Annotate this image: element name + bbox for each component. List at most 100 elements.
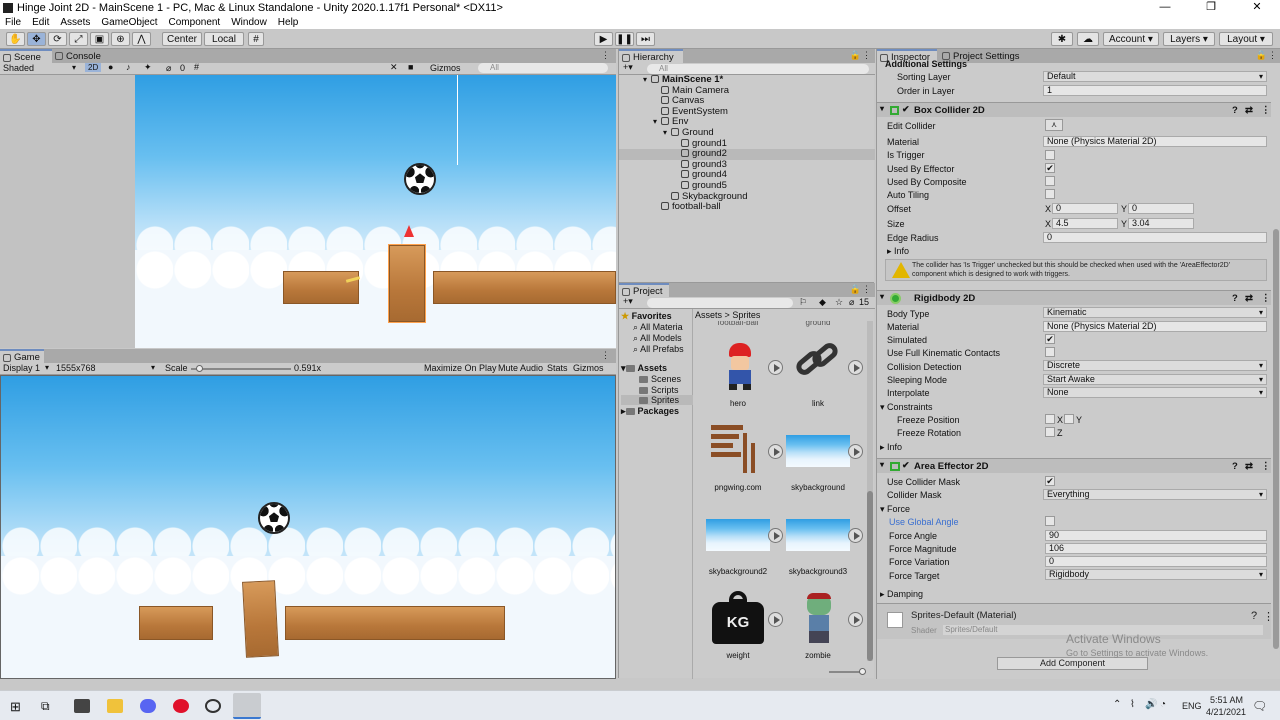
scene-search-input[interactable]: All xyxy=(478,63,608,73)
edit-collider-button[interactable]: ⋏ xyxy=(1045,119,1063,131)
filter-type-icon[interactable]: ⚐ xyxy=(799,297,807,308)
inspector-scrollbar[interactable] xyxy=(1273,229,1279,649)
scripts-folder[interactable]: Scripts xyxy=(639,385,679,395)
project-add-icon[interactable]: +▾ xyxy=(623,296,633,307)
resolution-dropdown[interactable]: 1555x768 xyxy=(56,363,96,373)
grid-icon[interactable]: # xyxy=(194,62,199,72)
asset-skybackground3[interactable]: skybackground3 xyxy=(783,507,863,576)
language-indicator[interactable]: ENG xyxy=(1182,701,1202,711)
menu-edit[interactable]: Edit xyxy=(27,17,55,28)
display-dropdown[interactable]: Display 1 xyxy=(3,363,40,373)
freeze-pos-y-checkbox[interactable] xyxy=(1064,414,1074,424)
component-menu-icon[interactable]: ⋮ xyxy=(1261,293,1271,304)
scale-tool-icon[interactable]: ⤢ xyxy=(69,32,88,46)
use-collider-mask-checkbox[interactable]: ✔ xyxy=(1045,476,1055,486)
hierarchy-row[interactable]: ground1 xyxy=(619,138,875,150)
used-by-composite-checkbox[interactable] xyxy=(1045,176,1055,186)
audio-toggle-icon[interactable]: ♪ xyxy=(126,62,131,72)
minimize-button[interactable]: — xyxy=(1142,0,1188,15)
layers-dropdown[interactable]: Layers ▾ xyxy=(1163,32,1215,46)
task-view-icon[interactable]: ⧉ xyxy=(41,699,50,714)
inspector-menu-icon[interactable]: ⋮ xyxy=(1268,50,1277,61)
bc-material-field[interactable]: None (Physics Material 2D) xyxy=(1043,136,1267,147)
help-icon[interactable]: ? xyxy=(1232,293,1238,304)
hidden-packages-icon[interactable]: ⌀ xyxy=(849,297,854,308)
play-animation-icon[interactable] xyxy=(768,444,783,459)
full-kinematic-checkbox[interactable] xyxy=(1045,347,1055,357)
asset-weight[interactable]: KG weight xyxy=(703,591,783,660)
collapse-arrow-icon[interactable]: ▾ xyxy=(880,292,884,301)
damping-foldout[interactable]: ▸ Damping xyxy=(880,589,923,600)
shading-mode-dropdown[interactable]: Shaded xyxy=(3,63,34,73)
discord-icon[interactable] xyxy=(140,699,156,713)
menu-help[interactable]: Help xyxy=(273,17,305,28)
play-animation-icon[interactable] xyxy=(848,444,863,459)
account-dropdown[interactable]: Account ▾ xyxy=(1103,32,1159,46)
collider-mask-dropdown[interactable]: Everything xyxy=(1043,489,1267,500)
collision-detection-dropdown[interactable]: Discrete xyxy=(1043,360,1267,371)
preset-icon[interactable]: ⇄ xyxy=(1245,293,1253,304)
favorite-star-icon[interactable]: ☆ xyxy=(835,297,843,308)
size-y-field[interactable]: 3.04 xyxy=(1128,218,1194,229)
breadcrumb-assets[interactable]: Assets xyxy=(695,310,722,320)
project-scrollbar-thumb[interactable] xyxy=(867,491,873,661)
help-icon[interactable]: ? xyxy=(1251,610,1257,622)
tab-project[interactable]: Project xyxy=(619,283,669,297)
lighting-toggle-icon[interactable]: ● xyxy=(108,62,113,72)
sorting-layer-dropdown[interactable]: Default xyxy=(1043,71,1267,82)
scene-ground1[interactable] xyxy=(283,271,359,304)
game-gizmos-dropdown[interactable]: Gizmos xyxy=(573,363,604,373)
menu-gameobject[interactable]: GameObject xyxy=(96,17,163,28)
camera-icon[interactable]: ■ xyxy=(408,62,413,72)
hierarchy-menu-icon[interactable]: ⋮ xyxy=(862,50,871,61)
collapse-arrow-icon[interactable]: ▾ xyxy=(880,104,884,113)
custom-tool-icon[interactable]: ⋀ xyxy=(132,32,151,46)
box-collider-enable-checkbox[interactable]: ✔ xyxy=(902,104,910,115)
asset-link[interactable]: link xyxy=(783,339,863,408)
freeze-pos-x-checkbox[interactable] xyxy=(1045,414,1055,424)
tab-scene[interactable]: Scene xyxy=(0,49,52,63)
size-x-field[interactable]: 4.5 xyxy=(1052,218,1118,229)
scene-ground3[interactable] xyxy=(433,271,616,304)
hierarchy-row[interactable]: ground4 xyxy=(619,170,875,181)
maximize-on-play-toggle[interactable]: Maximize On Play xyxy=(424,363,497,373)
wifi-icon[interactable]: ◔ xyxy=(1160,699,1166,710)
hierarchy-search-input[interactable]: All xyxy=(647,64,869,74)
rb-material-field[interactable]: None (Physics Material 2D) xyxy=(1043,321,1267,332)
inspector-lock-icon[interactable]: 🔒 xyxy=(1256,50,1267,61)
order-in-layer-field[interactable]: 1 xyxy=(1043,85,1267,96)
step-button[interactable]: ⏭ xyxy=(636,32,655,46)
scene-view[interactable]: ➚ xyxy=(0,75,616,371)
close-button[interactable]: ✕ xyxy=(1234,0,1280,15)
network-icon[interactable]: ⌇ xyxy=(1130,699,1135,710)
play-button[interactable]: ▶ xyxy=(594,32,613,46)
area-effector-enable-checkbox[interactable]: ✔ xyxy=(902,460,910,471)
asset-pngwing[interactable]: pngwing.com xyxy=(703,423,783,492)
scale-slider[interactable] xyxy=(191,365,291,372)
scene-gizmos-dropdown[interactable]: Gizmos xyxy=(430,63,461,73)
asset-hero[interactable]: hero xyxy=(703,339,783,408)
opera-icon[interactable] xyxy=(173,699,189,713)
hierarchy-row[interactable]: ground2 xyxy=(619,148,875,160)
clock-date[interactable]: 4/21/2021 xyxy=(1206,707,1246,717)
pause-button[interactable]: ❚❚ xyxy=(615,32,634,46)
play-animation-icon[interactable] xyxy=(848,528,863,543)
tab-game[interactable]: Game xyxy=(0,349,44,363)
effects-toggle-icon[interactable]: ✦ xyxy=(144,62,152,73)
interpolate-dropdown[interactable]: None xyxy=(1043,387,1267,398)
menu-component[interactable]: Component xyxy=(164,17,227,28)
edge-radius-field[interactable]: 0 xyxy=(1043,232,1267,243)
assets-folder[interactable]: ▾ Assets xyxy=(621,363,667,374)
file-explorer-icon[interactable] xyxy=(107,699,123,713)
force-angle-field[interactable]: 90 xyxy=(1045,530,1267,541)
foldout-arrow-icon[interactable]: ▾ xyxy=(643,75,651,86)
scenes-folder[interactable]: Scenes xyxy=(639,374,681,384)
rotate-tool-icon[interactable]: ⟳ xyxy=(48,32,67,46)
notifications-icon[interactable]: 🗨 xyxy=(1252,699,1267,713)
additional-settings-label[interactable]: Additional Settings xyxy=(885,59,967,69)
simulated-checkbox[interactable]: ✔ xyxy=(1045,334,1055,344)
fav-all-materials[interactable]: ⌕ All Materia xyxy=(633,322,683,333)
sleeping-mode-dropdown[interactable]: Start Awake xyxy=(1043,374,1267,385)
hidden-objects-icon[interactable]: ⌀ xyxy=(166,63,171,74)
help-icon[interactable]: ? xyxy=(1232,461,1238,472)
